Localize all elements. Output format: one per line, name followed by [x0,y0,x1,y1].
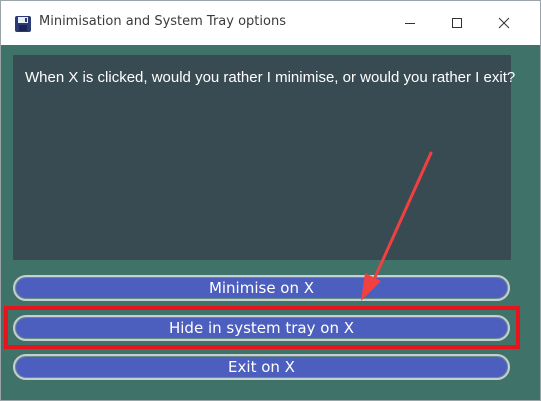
title-bar: Minimisation and System Tray options [1,1,540,45]
minimize-button[interactable] [387,1,433,45]
close-icon [498,17,510,29]
dialog-window: Minimisation and System Tray options Whe… [0,0,541,401]
minimize-icon [405,23,415,24]
minimise-on-x-button[interactable]: Minimise on X [13,275,510,301]
client-area: When X is clicked, would you rather I mi… [1,45,540,400]
hide-in-system-tray-button[interactable]: Hide in system tray on X [13,315,510,341]
app-icon [15,16,31,32]
window-title: Minimisation and System Tray options [39,14,286,29]
maximize-icon [452,18,462,28]
message-text: When X is clicked, would you rather I mi… [25,69,516,86]
message-panel: When X is clicked, would you rather I mi… [13,55,516,260]
close-button[interactable] [481,1,527,45]
maximize-button[interactable] [434,1,480,45]
exit-on-x-button[interactable]: Exit on X [13,354,510,380]
